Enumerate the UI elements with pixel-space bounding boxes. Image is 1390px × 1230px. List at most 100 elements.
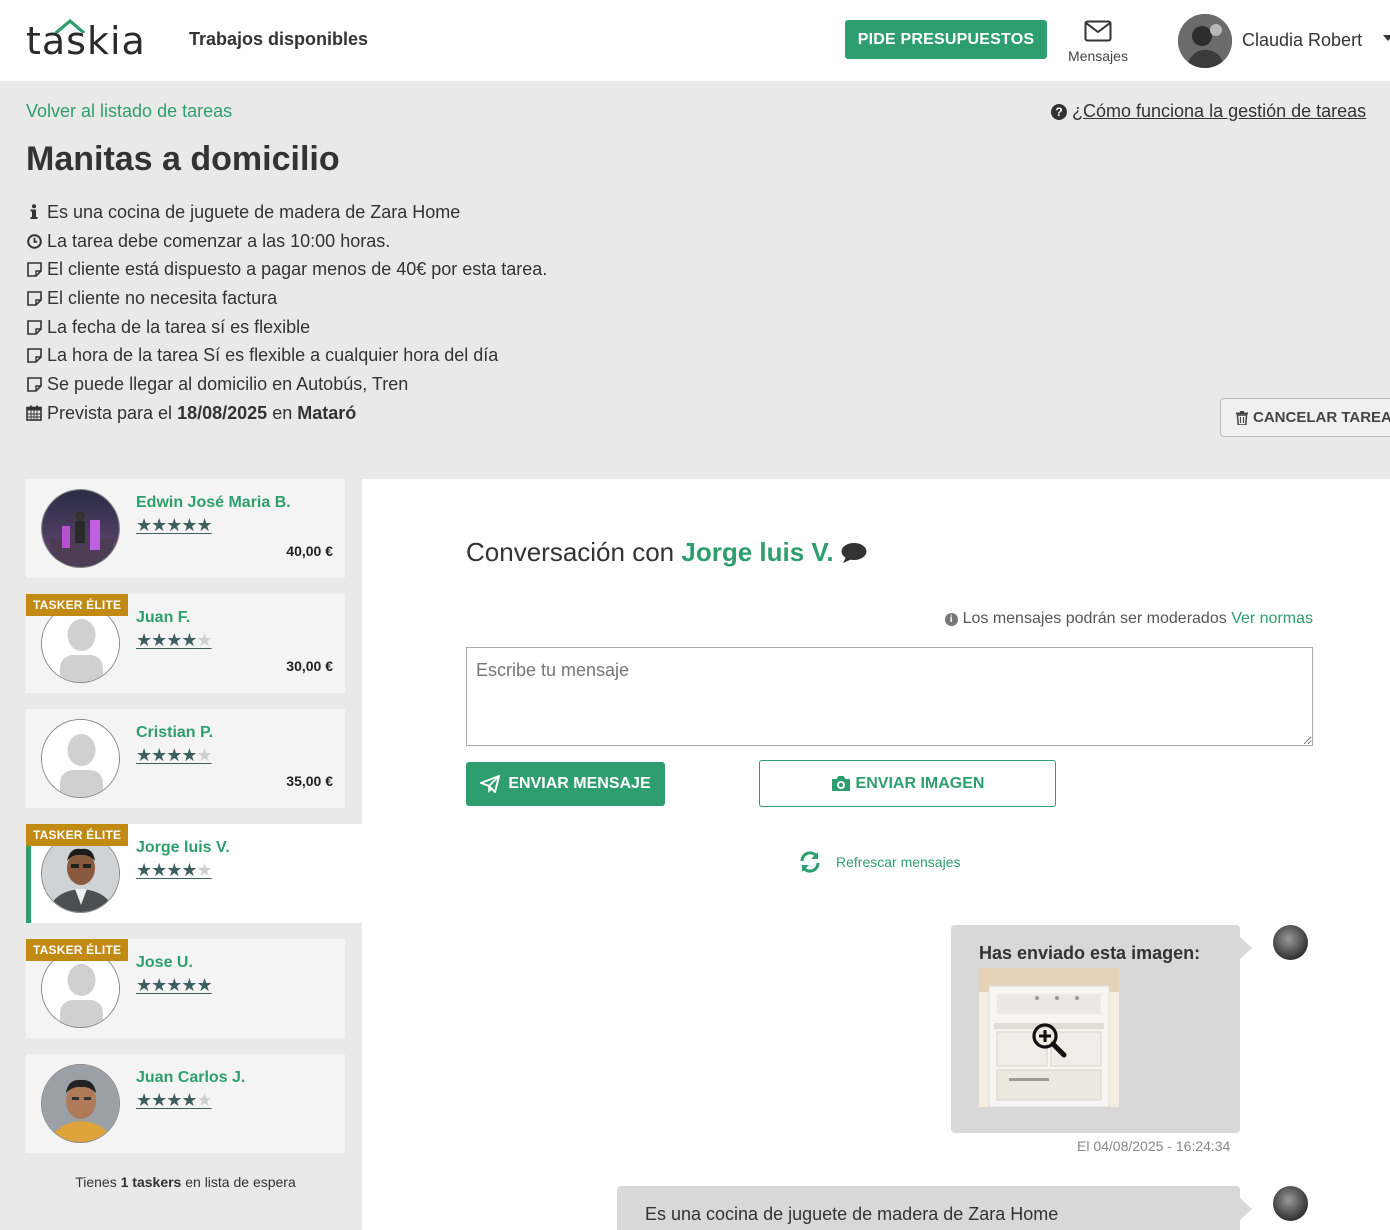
send-message-button[interactable]: ENVIAR MENSAJE	[466, 762, 665, 806]
cancel-task-button[interactable]: CANCELAR TAREA	[1220, 398, 1390, 437]
sender-avatar	[1273, 925, 1308, 960]
user-avatar-image	[1178, 14, 1232, 68]
sticky-note-icon	[26, 319, 42, 335]
user-name[interactable]: Claudia Robert	[1242, 30, 1362, 51]
tasker-name[interactable]: Jose U.	[136, 954, 193, 972]
tasker-elite-badge: TASKER ÉLITE	[26, 594, 129, 616]
task-detail: Se puede llegar al domicilio en Autobús,…	[26, 370, 547, 399]
schedule-prefix: Prevista para el	[47, 402, 173, 423]
rating-stars[interactable]: ★★★★★	[136, 975, 213, 996]
waitlist-count: 1 taskers	[120, 1174, 182, 1190]
tasker-price: 40,00 €	[286, 543, 333, 559]
message-timestamp: El 04/08/2025 - 16:24:34	[1077, 1138, 1231, 1154]
tasker-name[interactable]: Jorge luis V.	[136, 839, 230, 857]
rating-stars[interactable]: ★★★★★	[136, 515, 213, 536]
tasker-card[interactable]: Cristian P. ★★★★★ 35,00 €	[26, 709, 345, 808]
page-title: Manitas a domicilio	[26, 140, 340, 178]
task-detail: La tarea debe comenzar a las 10:00 horas…	[26, 227, 547, 256]
message-bubble-image: Has enviado esta imagen:	[951, 925, 1252, 1133]
sender-avatar	[1273, 1186, 1308, 1221]
task-schedule: Prevista para el 18/08/2025 en Mataró	[26, 399, 547, 428]
moderation-text: Los mensajes podrán ser moderados	[962, 610, 1227, 627]
message-text: Has enviado esta imagen:	[979, 943, 1201, 963]
help-link-text: ¿Cómo funciona la gestión de tareas	[1072, 101, 1367, 121]
tasker-card-active[interactable]: TASKER ÉLITE Jorge luis V. ★★★★★	[26, 824, 362, 923]
rating-stars[interactable]: ★★★★★	[136, 1090, 213, 1111]
view-rules-link[interactable]: Ver normas	[1231, 610, 1313, 627]
conversation-title-prefix: Conversación con	[466, 537, 675, 567]
back-to-tasks-link[interactable]: Volver al listado de tareas	[26, 101, 232, 122]
schedule-date: 18/08/2025	[177, 402, 268, 423]
clock-icon	[26, 233, 42, 249]
logo-roof-icon	[55, 19, 85, 33]
detail-text: La hora de la tarea Sí es flexible a cua…	[47, 345, 499, 366]
task-detail: La fecha de la tarea sí es flexible	[26, 313, 547, 342]
cancel-task-label: CANCELAR TAREA	[1253, 409, 1390, 426]
message-bubble-text: Es una cocina de juguete de madera de Za…	[617, 1186, 1252, 1230]
moderation-notice: i Los mensajes podrán ser moderados Ver n…	[944, 610, 1313, 628]
waitlist-suffix: en lista de espera	[185, 1174, 296, 1190]
task-details: Es una cocina de juguete de madera de Za…	[26, 198, 547, 428]
tasker-card[interactable]: TASKER ÉLITE Jose U. ★★★★★	[26, 939, 345, 1038]
sent-image-thumbnail[interactable]	[979, 968, 1119, 1107]
help-link[interactable]: ? ¿Cómo funciona la gestión de tareas	[1051, 101, 1366, 122]
tasker-name[interactable]: Juan Carlos J.	[136, 1069, 245, 1087]
tasker-name[interactable]: Cristian P.	[136, 724, 213, 742]
tasker-name[interactable]: Juan F.	[136, 609, 190, 627]
refresh-messages-label: Refrescar mensajes	[836, 854, 961, 870]
messages-nav[interactable]: Mensajes	[1060, 20, 1136, 64]
schedule-city: Mataró	[297, 402, 357, 423]
conversation-partner-name[interactable]: Jorge luis V.	[681, 537, 833, 567]
tasker-price: 30,00 €	[286, 658, 333, 674]
top-navbar: taskia Trabajos disponibles PIDE PRESUPU…	[0, 0, 1390, 81]
sticky-note-icon	[26, 290, 42, 306]
refresh-icon	[800, 851, 820, 873]
schedule-middle: en	[272, 402, 293, 423]
send-message-label: ENVIAR MENSAJE	[508, 775, 651, 792]
user-avatar[interactable]	[1178, 14, 1232, 68]
conversation-title: Conversación con Jorge luis V.	[466, 537, 867, 568]
nav-available-jobs[interactable]: Trabajos disponibles	[189, 29, 368, 50]
rating-stars[interactable]: ★★★★★	[136, 860, 213, 881]
tasker-card[interactable]: TASKER ÉLITE Juan F. ★★★★★ 30,00 €	[26, 594, 345, 693]
detail-text: La tarea debe comenzar a las 10:00 horas…	[47, 230, 391, 251]
send-image-label: ENVIAR IMAGEN	[855, 774, 985, 792]
user-menu-caret-icon[interactable]	[1383, 35, 1390, 41]
tasker-elite-badge: TASKER ÉLITE	[26, 939, 129, 961]
task-detail: La hora de la tarea Sí es flexible a cua…	[26, 341, 547, 370]
tasker-avatar	[41, 1064, 120, 1143]
detail-text: Se puede llegar al domicilio en Autobús,…	[47, 373, 409, 394]
messages-label: Mensajes	[1068, 48, 1128, 64]
calendar-icon	[26, 405, 42, 421]
trash-icon	[1236, 410, 1248, 425]
taskia-logo[interactable]: taskia	[26, 16, 146, 66]
tasker-name[interactable]: Edwin José Maria B.	[136, 494, 291, 512]
waitlist-prefix: Tienes	[75, 1174, 117, 1190]
rating-stars[interactable]: ★★★★★	[136, 630, 213, 651]
tasker-card[interactable]: Edwin José Maria B. ★★★★★ 40,00 €	[26, 479, 345, 578]
tasker-card[interactable]: Juan Carlos J. ★★★★★	[26, 1054, 345, 1153]
waitlist-info: Tienes 1 taskers en lista de espera	[26, 1174, 345, 1190]
message-text: Es una cocina de juguete de madera de Za…	[645, 1204, 1059, 1224]
rating-stars[interactable]: ★★★★★	[136, 745, 213, 766]
refresh-messages[interactable]: Refrescar mensajes	[798, 850, 961, 874]
question-circle-icon: ?	[1051, 104, 1067, 120]
message-input[interactable]	[466, 647, 1313, 746]
camera-icon	[831, 776, 850, 791]
sticky-note-icon	[26, 376, 42, 392]
task-detail: Es una cocina de juguete de madera de Za…	[26, 198, 547, 227]
envelope-icon	[1084, 20, 1112, 42]
task-detail: El cliente no necesita factura	[26, 284, 547, 313]
comment-icon	[841, 543, 867, 563]
sticky-note-icon	[26, 262, 42, 278]
detail-text: El cliente está dispuesto a pagar menos …	[47, 259, 548, 280]
sticky-note-icon	[26, 348, 42, 364]
tasker-avatar	[41, 489, 120, 568]
info-icon	[26, 204, 42, 220]
zoom-in-icon[interactable]	[1031, 1022, 1067, 1058]
send-image-button[interactable]: ENVIAR IMAGEN	[759, 760, 1056, 807]
paper-plane-icon	[480, 775, 501, 793]
info-circle-icon: i	[944, 613, 958, 626]
request-quotes-button[interactable]: PIDE PRESUPUESTOS	[845, 20, 1047, 59]
tasker-price: 35,00 €	[286, 773, 333, 789]
